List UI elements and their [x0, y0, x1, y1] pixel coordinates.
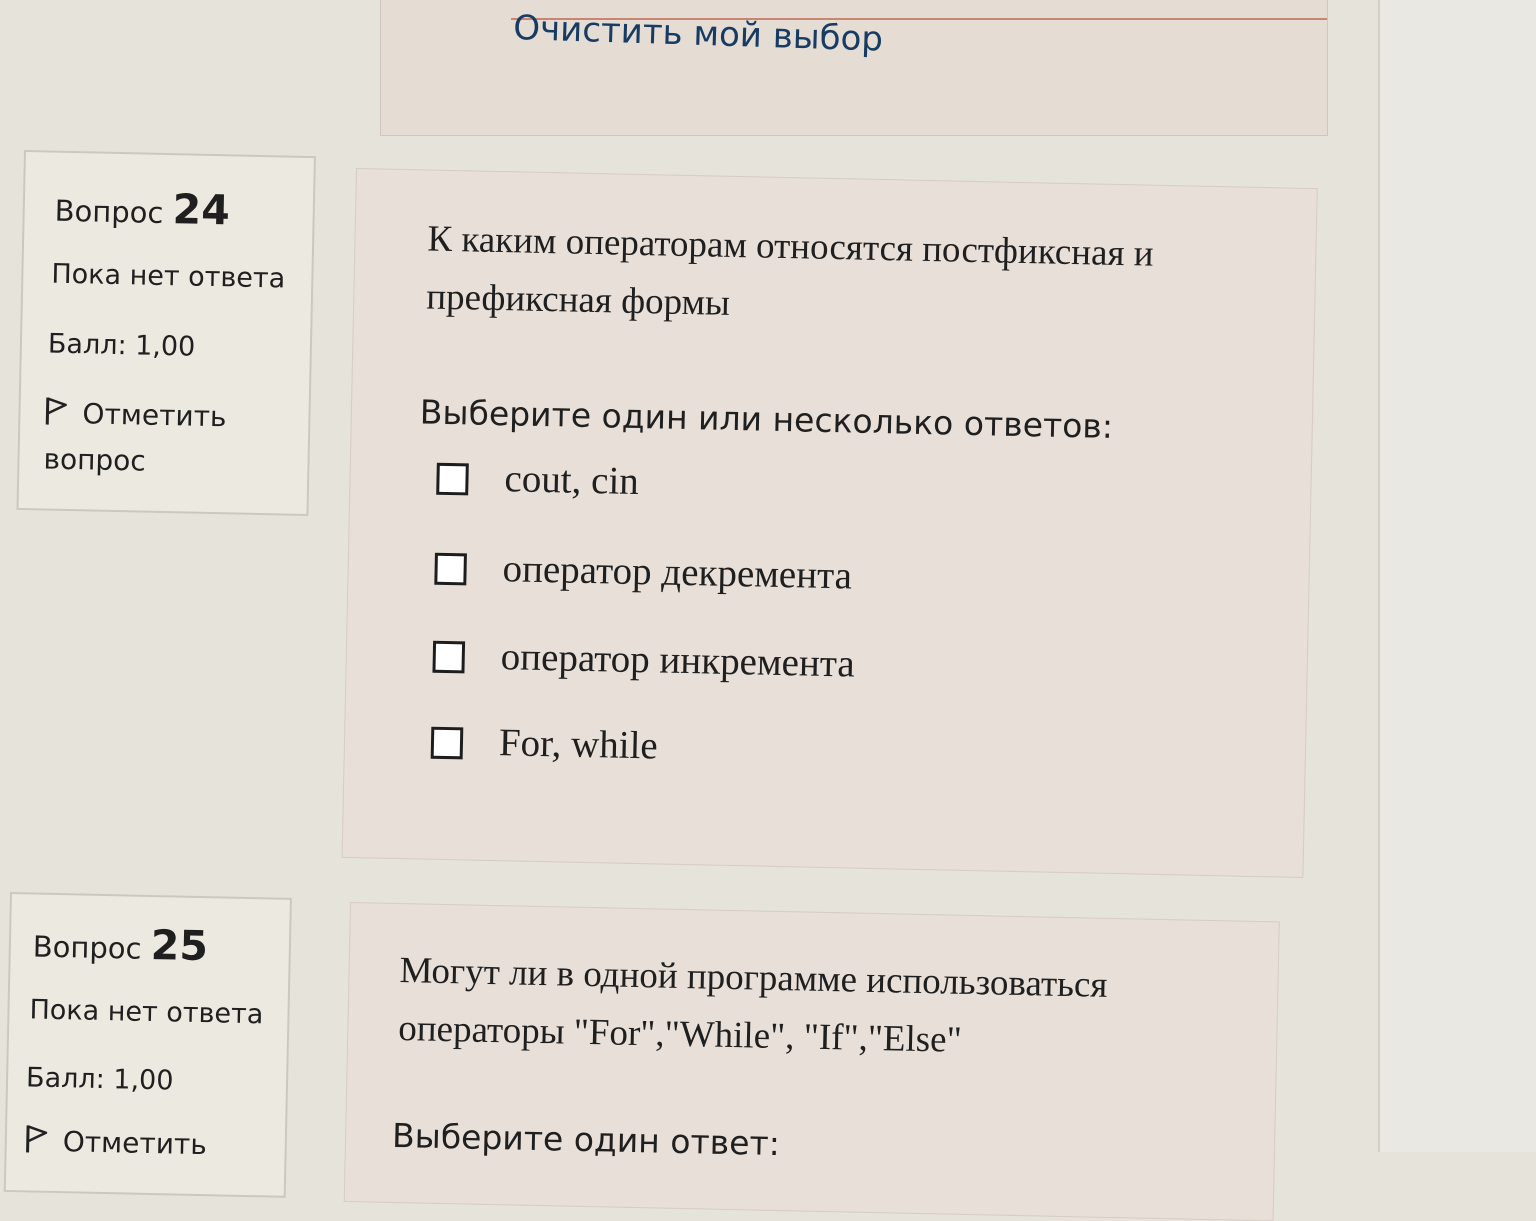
question-text: Могут ли в одной программе использоватьс…: [398, 942, 1108, 1073]
checkbox-empty[interactable]: [436, 462, 469, 496]
answer-option[interactable]: оператор декремента: [434, 547, 1035, 604]
checkbox-empty[interactable]: [432, 640, 466, 674]
answer-label: оператор инкремента: [500, 635, 856, 686]
flag-icon: [45, 397, 67, 425]
question-content-24: К каким операторам относятся постфиксная…: [341, 168, 1318, 878]
question-text-line2: операторы "For","While", "If","Else": [397, 1008, 963, 1061]
question-number: 24: [172, 185, 231, 235]
question-text: К каким операторам относятся постфиксная…: [426, 211, 1154, 342]
question-number-label: Вопрос 25: [32, 918, 209, 971]
question-label-text: Вопрос: [54, 193, 164, 230]
flag-question-label-line2: вопрос: [43, 442, 147, 478]
answer-option[interactable]: cout, cin: [436, 457, 1037, 514]
checkbox-empty[interactable]: [430, 726, 464, 760]
answer-prompt: Выберите один ответ:: [391, 1115, 781, 1164]
flag-question-button[interactable]: Отметить: [24, 1118, 207, 1168]
flag-icon: [26, 1125, 48, 1153]
answer-prompt: Выберите один или несколько ответов:: [419, 392, 1114, 446]
flag-question-button[interactable]: Отметить вопрос: [43, 390, 227, 486]
clear-my-choice-link[interactable]: Очистить мой выбор: [513, 8, 884, 60]
question-info-24: Вопрос 24 Пока нет ответа Балл: 1,00 Отм…: [16, 150, 316, 517]
answer-option[interactable]: For, while: [430, 721, 1032, 778]
answer-option[interactable]: оператор инкремента: [432, 635, 1033, 692]
question-state: Пока нет ответа: [29, 994, 264, 1031]
checkbox-empty[interactable]: [434, 552, 467, 586]
question-content-25: Могут ли в одной программе использоватьс…: [343, 902, 1280, 1221]
answer-label: оператор декремента: [502, 547, 853, 598]
question-text-line2: префиксная формы: [425, 276, 731, 324]
question-grade: Балл: 1,00: [25, 1062, 174, 1097]
previous-question-card: Очистить мой выбор: [380, 0, 1328, 136]
question-number-label: Вопрос 24: [54, 183, 231, 235]
flag-question-label-line1: Отметить: [62, 1125, 208, 1162]
page-right-margin: [1378, 0, 1536, 1152]
question-number: 25: [150, 920, 209, 971]
question-grade: Балл: 1,00: [47, 328, 196, 363]
answer-label: For, while: [498, 721, 659, 768]
flag-question-label-line1: Отметить: [82, 397, 227, 434]
question-text-line1: К каким операторам относятся постфиксная…: [427, 218, 1154, 275]
question-label-text: Вопрос: [32, 929, 142, 966]
question-state: Пока нет ответа: [51, 258, 286, 295]
question-text-line1: Могут ли в одной программе использоватьс…: [399, 950, 1108, 1006]
answer-label: cout, cin: [504, 457, 640, 503]
